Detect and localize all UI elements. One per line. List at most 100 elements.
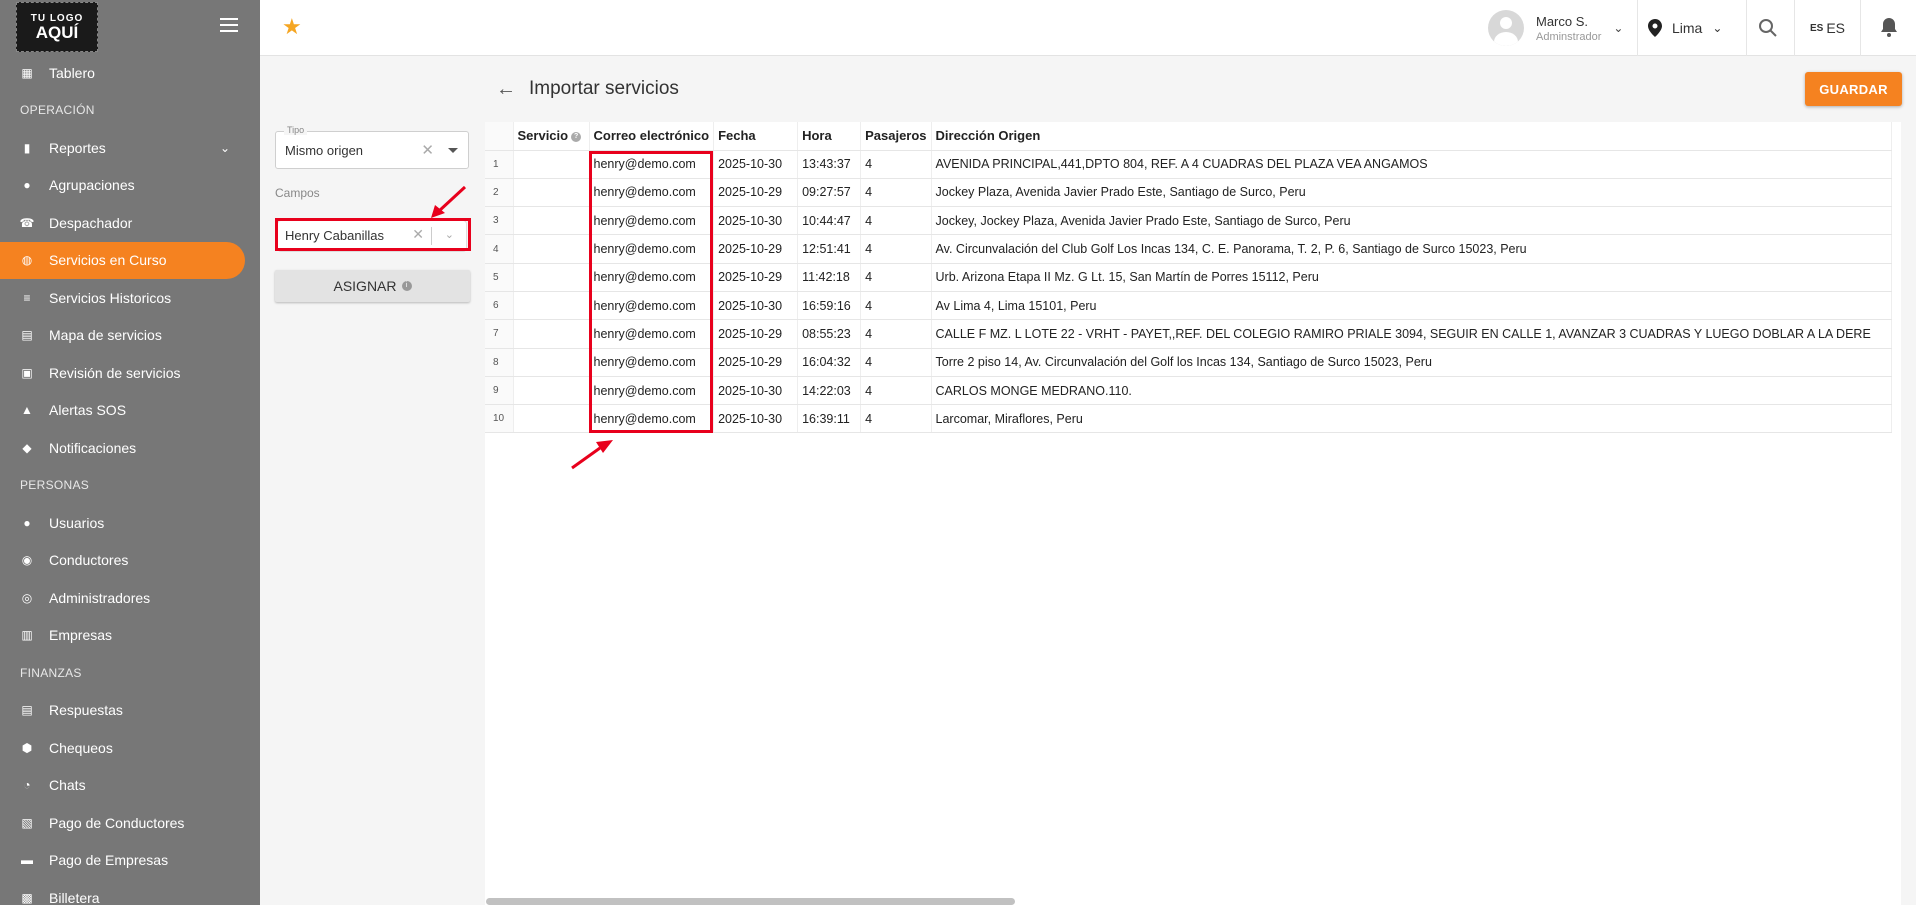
cell-fecha[interactable]: 2025-10-30 bbox=[713, 404, 799, 434]
cell-direccion[interactable]: Av. Circunvalación del Club Golf Los Inc… bbox=[931, 234, 1892, 264]
user-menu[interactable]: Marco S. Adminstrador ⌄ bbox=[1488, 0, 1638, 56]
cell-direccion[interactable]: Torre 2 piso 14, Av. Circunvalación del … bbox=[931, 348, 1892, 377]
cell-direccion[interactable]: Larcomar, Miraflores, Peru bbox=[931, 404, 1892, 434]
table-row[interactable]: 2 henry@demo.com 2025-10-29 09:27:57 4 Jockey… bbox=[485, 178, 1892, 208]
cell-direccion[interactable]: Urb. Arizona Etapa II Mz. G Lt. 15, San … bbox=[931, 263, 1892, 292]
cell-hora[interactable]: 16:59:16 bbox=[797, 291, 862, 321]
cell-email[interactable]: henry@demo.com bbox=[589, 404, 715, 434]
sidebar-item[interactable]: ▤ Respuestas bbox=[0, 692, 260, 730]
table-row[interactable]: 3 henry@demo.com 2025-10-30 10:44:47 4 Jockey… bbox=[485, 206, 1892, 236]
cell-direccion[interactable]: CALLE F MZ. L LOTE 22 - VRHT - PAYET,,RE… bbox=[931, 319, 1892, 349]
cell-hora[interactable]: 10:44:47 bbox=[797, 206, 862, 236]
cell-servicio[interactable] bbox=[513, 291, 590, 321]
cell-pasajeros[interactable]: 4 bbox=[860, 404, 932, 434]
cell-hora[interactable]: 14:22:03 bbox=[797, 376, 862, 406]
cell-servicio[interactable] bbox=[513, 234, 590, 264]
table-row[interactable]: 7 henry@demo.com 2025-10-29 08:55:23 4 CALLE … bbox=[485, 319, 1892, 349]
clear-icon[interactable]: ✕ bbox=[421, 141, 434, 159]
cell-hora[interactable]: 08:55:23 bbox=[797, 319, 862, 349]
menu-hamburger-icon[interactable] bbox=[220, 18, 238, 32]
sidebar-item[interactable]: ≡ Servicios Historicos bbox=[0, 279, 260, 317]
sidebar-item[interactable]: ● Usuarios bbox=[0, 504, 260, 542]
header-hora[interactable]: Hora bbox=[797, 122, 862, 151]
sidebar-item[interactable]: ◍ Servicios en Curso bbox=[0, 241, 245, 279]
cell-pasajeros[interactable]: 4 bbox=[860, 376, 932, 406]
cell-email[interactable]: henry@demo.com bbox=[589, 206, 715, 236]
sidebar-item[interactable]: ⬢ Chequeos bbox=[0, 729, 260, 767]
sidebar-item[interactable]: ◎ Administradores bbox=[0, 579, 260, 617]
chevron-down-icon[interactable]: ⌄ bbox=[445, 228, 454, 241]
cell-email[interactable]: henry@demo.com bbox=[589, 150, 715, 179]
cell-servicio[interactable] bbox=[513, 404, 590, 434]
cell-hora[interactable]: 16:39:11 bbox=[797, 404, 862, 434]
table-row[interactable]: 6 henry@demo.com 2025-10-30 16:59:16 4 Av Lim… bbox=[485, 291, 1892, 321]
back-arrow-icon[interactable]: ← bbox=[496, 78, 516, 101]
header-pasajeros[interactable]: Pasajeros bbox=[860, 122, 932, 151]
cell-hora[interactable]: 13:43:37 bbox=[797, 150, 862, 179]
cell-fecha[interactable]: 2025-10-30 bbox=[713, 150, 799, 179]
cell-servicio[interactable] bbox=[513, 150, 590, 179]
cell-pasajeros[interactable]: 4 bbox=[860, 263, 932, 292]
cell-direccion[interactable]: AVENIDA PRINCIPAL,441,DPTO 804, REF. A 4… bbox=[931, 150, 1892, 179]
cell-hora[interactable]: 16:04:32 bbox=[797, 348, 862, 377]
cell-servicio[interactable] bbox=[513, 348, 590, 377]
clear-icon[interactable]: ✕ bbox=[412, 226, 424, 243]
favorite-star-icon[interactable]: ★ bbox=[282, 14, 302, 40]
horizontal-scrollbar[interactable] bbox=[486, 898, 1015, 905]
sidebar-item[interactable]: ▧ Pago de Conductores bbox=[0, 804, 260, 842]
cell-servicio[interactable] bbox=[513, 206, 590, 236]
cell-pasajeros[interactable]: 4 bbox=[860, 348, 932, 377]
cell-direccion[interactable]: Jockey, Jockey Plaza, Avenida Javier Pra… bbox=[931, 206, 1892, 236]
cell-email[interactable]: henry@demo.com bbox=[589, 234, 715, 264]
sidebar-item[interactable]: ▦ Tablero bbox=[0, 54, 260, 92]
sidebar-item[interactable]: ● Agrupaciones bbox=[0, 167, 260, 205]
cell-email[interactable]: henry@demo.com bbox=[589, 348, 715, 377]
table-row[interactable]: 5 henry@demo.com 2025-10-29 11:42:18 4 Urb. A… bbox=[485, 263, 1892, 292]
header-direccion[interactable]: Dirección Origen bbox=[931, 122, 1892, 151]
city-selector[interactable]: Lima ⌄ bbox=[1648, 0, 1722, 56]
campos-select[interactable]: Henry Cabanillas ✕ ⌄ bbox=[278, 221, 466, 251]
cell-pasajeros[interactable]: 4 bbox=[860, 206, 932, 236]
cell-fecha[interactable]: 2025-10-30 bbox=[713, 291, 799, 321]
search-icon[interactable] bbox=[1756, 16, 1780, 40]
cell-servicio[interactable] bbox=[513, 178, 590, 208]
cell-email[interactable]: henry@demo.com bbox=[589, 263, 715, 292]
asignar-button[interactable]: ASIGNAR i bbox=[275, 270, 470, 302]
cell-fecha[interactable]: 2025-10-29 bbox=[713, 348, 799, 377]
header-servicio[interactable]: Servicio? bbox=[513, 122, 590, 151]
cell-pasajeros[interactable]: 4 bbox=[860, 178, 932, 208]
cell-fecha[interactable]: 2025-10-29 bbox=[713, 178, 799, 208]
sidebar-item[interactable]: ◔ Chats bbox=[0, 767, 260, 805]
cell-servicio[interactable] bbox=[513, 376, 590, 406]
cell-direccion[interactable]: CARLOS MONGE MEDRANO.110. bbox=[931, 376, 1892, 406]
table-row[interactable]: 10 henry@demo.com 2025-10-30 16:39:11 4 Larco… bbox=[485, 404, 1892, 434]
cell-hora[interactable]: 09:27:57 bbox=[797, 178, 862, 208]
sidebar-item[interactable]: ▩ Billetera bbox=[0, 879, 260, 905]
logo[interactable]: TU LOGO AQUÍ bbox=[16, 2, 98, 52]
sidebar-item[interactable]: ▮ Reportes ⌄ bbox=[0, 129, 260, 167]
cell-pasajeros[interactable]: 4 bbox=[860, 319, 932, 349]
cell-pasajeros[interactable]: 4 bbox=[860, 234, 932, 264]
table-row[interactable]: 4 henry@demo.com 2025-10-29 12:51:41 4 Av. Ci… bbox=[485, 234, 1892, 264]
cell-fecha[interactable]: 2025-10-29 bbox=[713, 319, 799, 349]
guardar-button[interactable]: GUARDAR bbox=[1805, 72, 1902, 106]
sidebar-item[interactable]: ◆ Notificaciones bbox=[0, 429, 260, 467]
header-fecha[interactable]: Fecha bbox=[713, 122, 799, 151]
header-correo[interactable]: Correo electrónico bbox=[589, 122, 715, 151]
sidebar-item[interactable]: ▬ Pago de Empresas bbox=[0, 842, 260, 880]
cell-direccion[interactable]: Jockey Plaza, Avenida Javier Prado Este,… bbox=[931, 178, 1892, 208]
cell-email[interactable]: henry@demo.com bbox=[589, 291, 715, 321]
notifications-bell-icon[interactable] bbox=[1878, 16, 1900, 38]
cell-hora[interactable]: 11:42:18 bbox=[797, 263, 862, 292]
cell-email[interactable]: henry@demo.com bbox=[589, 178, 715, 208]
cell-fecha[interactable]: 2025-10-30 bbox=[713, 206, 799, 236]
table-row[interactable]: 9 henry@demo.com 2025-10-30 14:22:03 4 CARLOS… bbox=[485, 376, 1892, 406]
sidebar-item[interactable]: ☎ Despachador bbox=[0, 204, 260, 242]
cell-pasajeros[interactable]: 4 bbox=[860, 150, 932, 179]
tipo-select[interactable]: Tipo Mismo origen ✕ bbox=[275, 125, 469, 169]
cell-email[interactable]: henry@demo.com bbox=[589, 376, 715, 406]
language-selector[interactable]: ES ES bbox=[1810, 0, 1845, 56]
sidebar-item[interactable]: ◉ Conductores bbox=[0, 542, 260, 580]
table-row[interactable]: 8 henry@demo.com 2025-10-29 16:04:32 4 Torre … bbox=[485, 348, 1892, 377]
sidebar-item[interactable]: ▣ Revisión de servicios bbox=[0, 354, 260, 392]
